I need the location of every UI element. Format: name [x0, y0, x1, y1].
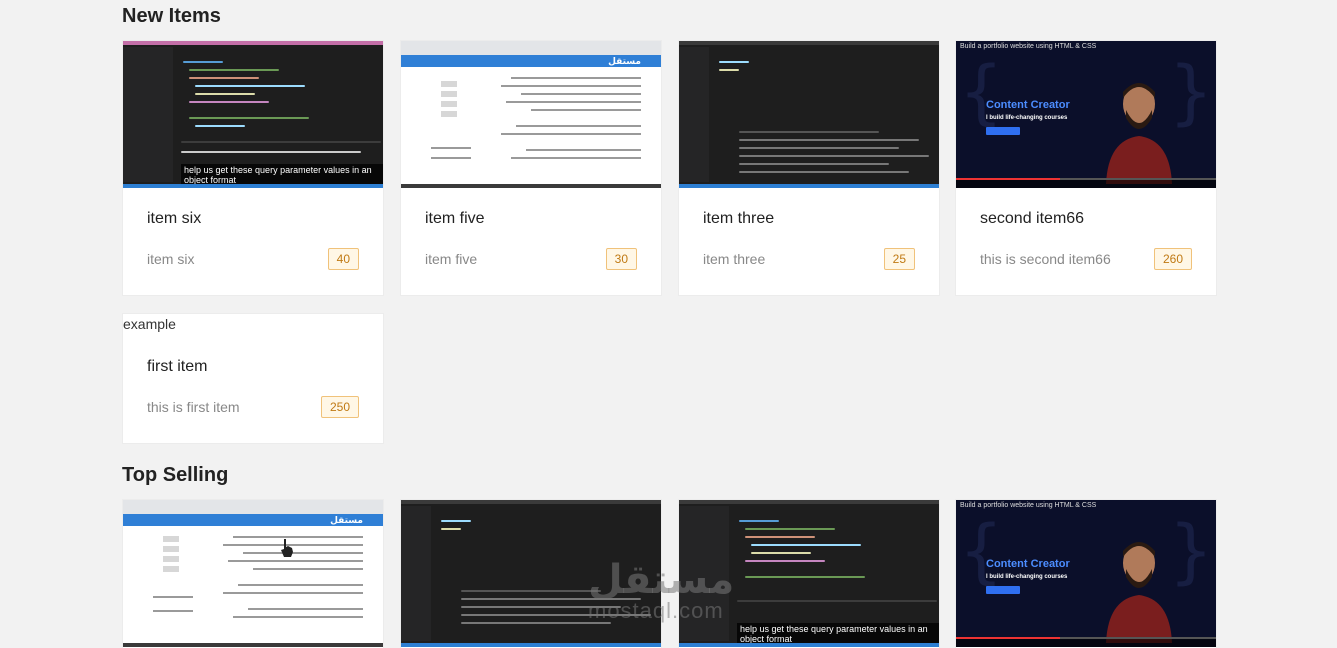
- product-card[interactable]: [400, 499, 662, 648]
- product-description: item five: [425, 251, 478, 267]
- hand-cursor-icon: [281, 539, 293, 557]
- product-thumbnail[interactable]: Build a portfolio website using HTML & C…: [956, 500, 1216, 647]
- product-card-item-five[interactable]: مستقل item five item five 30: [400, 40, 662, 296]
- site-logo: مستقل: [330, 515, 363, 525]
- product-description: item six: [147, 251, 195, 267]
- product-card-item-six[interactable]: help us get these query parameter values…: [122, 40, 384, 296]
- video-caption: help us get these query parameter values…: [181, 164, 383, 186]
- video-title: Build a portfolio website using HTML & C…: [960, 502, 1097, 509]
- product-card-second-item66[interactable]: Build a portfolio website using HTML & C…: [955, 40, 1217, 296]
- site-logo: مستقل: [608, 56, 641, 66]
- product-title[interactable]: item six: [147, 210, 359, 228]
- product-thumbnail[interactable]: Build a portfolio website using HTML & C…: [956, 41, 1216, 188]
- person-image: [1106, 83, 1172, 184]
- person-image: [1106, 542, 1172, 643]
- product-description: this is second item66: [980, 251, 1111, 267]
- product-description: item three: [703, 251, 766, 267]
- product-card[interactable]: Build a portfolio website using HTML & C…: [955, 499, 1217, 648]
- price-badge: 30: [605, 248, 637, 270]
- product-title[interactable]: item three: [703, 210, 915, 228]
- price-badge: 250: [320, 396, 359, 418]
- product-card-first-item[interactable]: example first item this is first item 25…: [122, 313, 384, 444]
- product-thumbnail[interactable]: [401, 500, 661, 647]
- broken-image-alt[interactable]: example: [123, 314, 383, 348]
- product-thumbnail[interactable]: مستقل: [123, 500, 383, 647]
- price-badge: 260: [1153, 248, 1192, 270]
- video-heading: Content Creator: [986, 558, 1070, 570]
- product-card[interactable]: مستقل: [122, 499, 384, 648]
- product-thumbnail[interactable]: مستقل: [401, 41, 661, 188]
- product-card[interactable]: help us get these query parameter values…: [678, 499, 940, 648]
- product-title[interactable]: first item: [147, 358, 359, 376]
- product-title[interactable]: second item66: [980, 210, 1192, 228]
- price-badge: 40: [327, 248, 359, 270]
- video-subheading: I build life-changing courses: [986, 574, 1068, 580]
- video-subheading: I build life-changing courses: [986, 115, 1068, 121]
- price-badge: 25: [883, 248, 915, 270]
- section-title-new-items: New Items: [122, 5, 221, 27]
- section-title-top-selling: Top Selling: [122, 464, 229, 486]
- product-thumbnail[interactable]: help us get these query parameter values…: [123, 41, 383, 188]
- product-card-item-three[interactable]: item three item three 25: [678, 40, 940, 296]
- product-thumbnail[interactable]: [679, 41, 939, 188]
- video-title: Build a portfolio website using HTML & C…: [960, 43, 1097, 50]
- product-thumbnail[interactable]: help us get these query parameter values…: [679, 500, 939, 647]
- video-caption: help us get these query parameter values…: [737, 623, 939, 645]
- product-description: this is first item: [147, 399, 240, 415]
- product-title[interactable]: item five: [425, 210, 637, 228]
- video-heading: Content Creator: [986, 99, 1070, 111]
